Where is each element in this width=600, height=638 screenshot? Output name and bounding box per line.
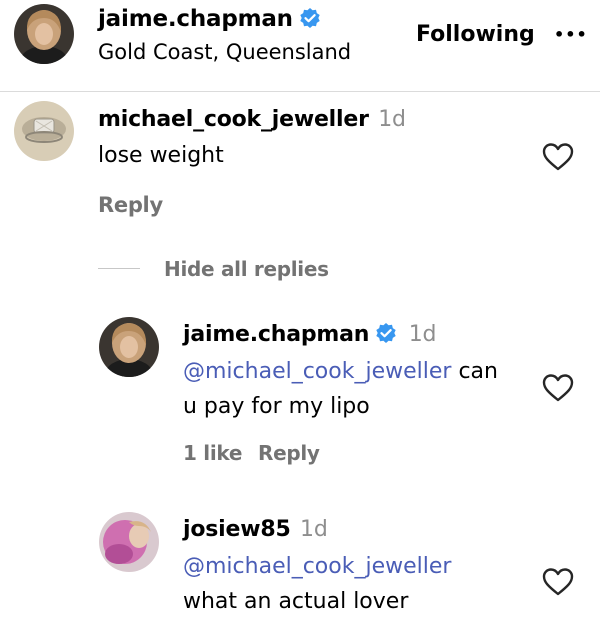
comment-time: 1d (378, 107, 406, 132)
commenter-avatar[interactable] (14, 101, 74, 161)
mention-link[interactable]: @michael_cook_jeweller (183, 554, 451, 579)
reply-text-tail: can (451, 359, 498, 384)
reply-avatar[interactable] (99, 512, 159, 572)
hide-replies-button[interactable]: Hide all replies (164, 254, 329, 284)
reply-avatar[interactable] (99, 317, 159, 377)
reply-username[interactable]: josiew85 (183, 517, 291, 542)
reply-time: 1d (408, 322, 437, 347)
comment-reply-button[interactable]: Reply (98, 190, 163, 220)
reply-text-line2: u pay for my lipo (183, 394, 370, 419)
post-author-username[interactable]: jaime.chapman (98, 4, 321, 37)
replies-line (98, 268, 140, 269)
reply-header: josiew85 1d (183, 515, 328, 545)
commenter-username[interactable]: michael_cook_jeweller (98, 107, 369, 132)
like-reply-heart-icon[interactable] (542, 567, 574, 601)
reply-text-line2: what an actual lover (183, 589, 409, 614)
verified-badge-icon (299, 7, 321, 37)
more-options-icon[interactable]: ••• (554, 20, 588, 50)
following-button[interactable]: Following (416, 20, 535, 50)
reply-reply-button[interactable]: Reply (258, 438, 320, 468)
mention-link[interactable]: @michael_cook_jeweller (183, 359, 451, 384)
reply-time: 1d (300, 517, 328, 542)
reply-likes-count[interactable]: 1 like (183, 438, 242, 468)
comment-header: michael_cook_jeweller 1d (98, 105, 406, 135)
reply-username[interactable]: jaime.chapman (183, 322, 369, 347)
reply-text: @michael_cook_jeweller can u pay for my … (183, 354, 523, 424)
reply-text: @michael_cook_jeweller what an actual lo… (183, 549, 523, 619)
reply-header: jaime.chapman 1d (183, 320, 436, 353)
post-location[interactable]: Gold Coast, Queensland (98, 38, 351, 66)
comment-text: lose weight (98, 143, 224, 168)
verified-badge-icon (375, 322, 397, 353)
like-reply-heart-icon[interactable] (542, 373, 574, 407)
header-divider (0, 91, 600, 92)
like-comment-heart-icon[interactable] (542, 142, 574, 176)
post-author-avatar[interactable] (14, 4, 74, 64)
